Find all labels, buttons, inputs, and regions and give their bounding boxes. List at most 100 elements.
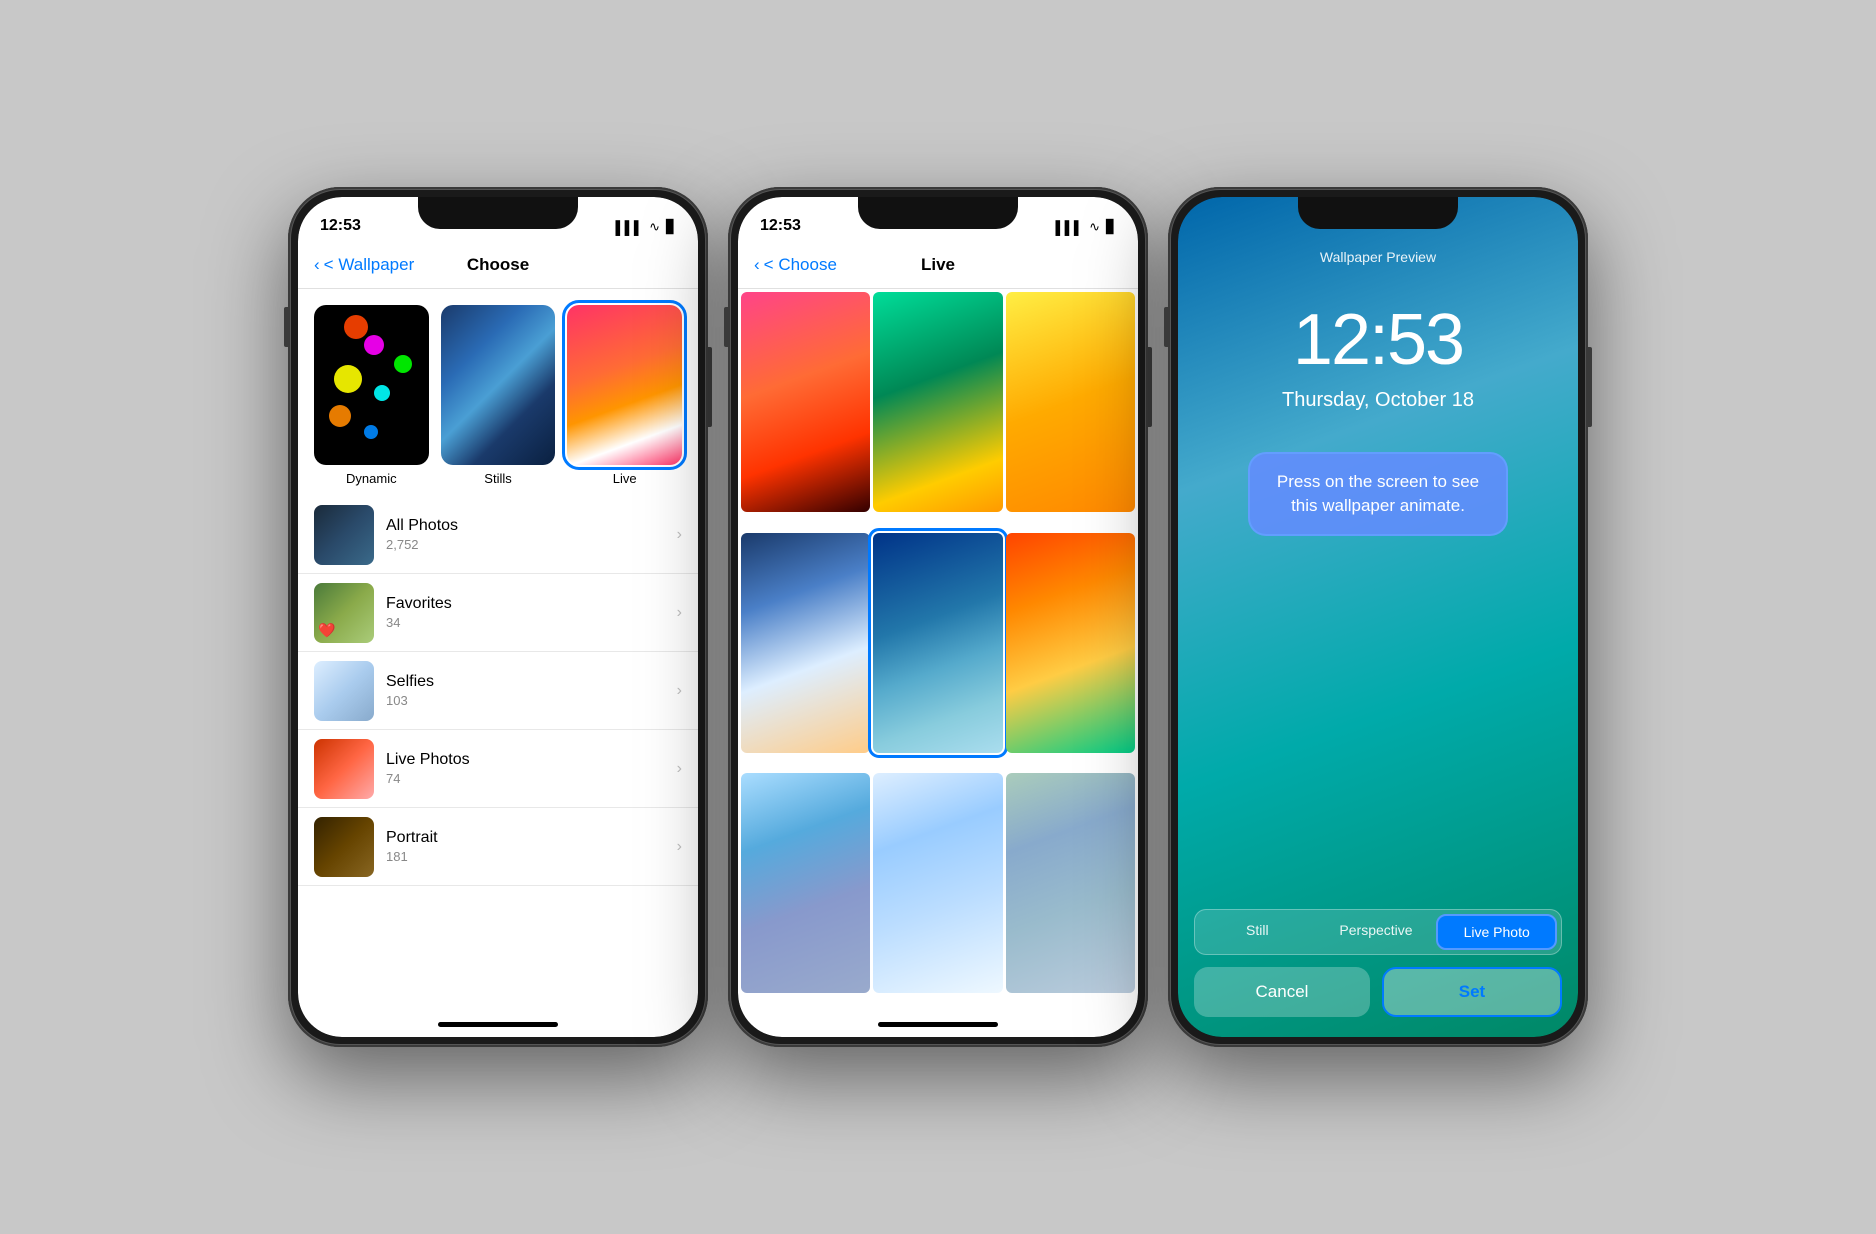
list-text-favorites: Favorites 34 — [386, 595, 665, 630]
back-label-choose: < Choose — [764, 255, 837, 275]
option-still[interactable]: Still — [1199, 914, 1316, 950]
preview-tooltip: Press on the screen to see this wallpape… — [1248, 452, 1508, 536]
notch-2 — [858, 197, 1018, 229]
preview-header-text: Wallpaper Preview — [1320, 249, 1436, 265]
battery-icon: ▊ — [666, 219, 676, 235]
status-icons-2: ▌▌▌ ∿ ▊ — [1055, 219, 1116, 235]
chevron-left-icon-2: ‹ — [754, 255, 760, 275]
photo-list: All Photos 2,752 › ❤️ Favorites — [298, 496, 698, 1014]
option-live-photo-label: Live Photo — [1464, 924, 1530, 940]
nav-bar-1: ‹ < Wallpaper Choose — [298, 241, 698, 289]
battery-icon-2: ▊ — [1106, 219, 1116, 235]
cancel-label: Cancel — [1256, 982, 1309, 1002]
phones-container: 12:53 ▌▌▌ ∿ ▊ ‹ < Wallpaper Choose — [0, 0, 1876, 1234]
preview-date: Thursday, October 18 — [1178, 389, 1578, 412]
preview-header: Wallpaper Preview — [1178, 241, 1578, 269]
chevron-icon-portrait: › — [677, 838, 682, 856]
list-text-live-photos: Live Photos 74 — [386, 751, 665, 786]
category-label-stills: Stills — [484, 471, 511, 486]
nav-title-2: Live — [921, 255, 955, 275]
preview-actions: Cancel Set — [1178, 955, 1578, 1037]
wallpaper-7[interactable] — [741, 773, 870, 993]
live-screen: 12:53 ▌▌▌ ∿ ▊ ‹ < Choose Live — [738, 197, 1138, 1037]
wallpaper-options: Still Perspective Live Photo — [1194, 909, 1562, 955]
list-name-portrait: Portrait — [386, 829, 665, 847]
phone-3: Wallpaper Preview 12:53 Thursday, Octobe… — [1168, 187, 1588, 1047]
status-time-2: 12:53 — [760, 217, 801, 235]
notch-3 — [1298, 197, 1458, 229]
category-dynamic[interactable]: Dynamic — [314, 305, 429, 486]
signal-icon-2: ▌▌▌ — [1055, 220, 1083, 235]
option-perspective-label: Perspective — [1339, 922, 1412, 938]
notch-1 — [418, 197, 578, 229]
list-item-all-photos[interactable]: All Photos 2,752 › — [298, 496, 698, 574]
wallpaper-grid — [738, 289, 1138, 1014]
option-still-label: Still — [1246, 922, 1269, 938]
list-thumb-live-photos — [314, 739, 374, 799]
wallpaper-1[interactable] — [741, 292, 870, 512]
wifi-icon: ∿ — [649, 219, 660, 235]
status-icons-1: ▌▌▌ ∿ ▊ — [615, 219, 676, 235]
phone-2: 12:53 ▌▌▌ ∿ ▊ ‹ < Choose Live — [728, 187, 1148, 1047]
list-name-favorites: Favorites — [386, 595, 665, 613]
wallpaper-5[interactable] — [873, 533, 1002, 753]
list-item-live-photos[interactable]: Live Photos 74 › — [298, 730, 698, 808]
category-stills[interactable]: Stills — [441, 305, 556, 486]
nav-bar-2: ‹ < Choose Live — [738, 241, 1138, 289]
list-count-selfies: 103 — [386, 693, 665, 708]
chevron-left-icon: ‹ — [314, 255, 320, 275]
option-live-photo[interactable]: Live Photo — [1436, 914, 1557, 950]
categories-section: Dynamic Stills Live — [298, 289, 698, 496]
chevron-icon-favorites: › — [677, 604, 682, 622]
list-item-portrait[interactable]: Portrait 181 › — [298, 808, 698, 886]
set-label: Set — [1459, 982, 1485, 1002]
wifi-icon-2: ∿ — [1089, 219, 1100, 235]
cancel-button[interactable]: Cancel — [1194, 967, 1370, 1017]
preview-spacer — [1178, 536, 1578, 909]
chevron-icon-all-photos: › — [677, 526, 682, 544]
list-text-all-photos: All Photos 2,752 — [386, 517, 665, 552]
list-thumb-selfies — [314, 661, 374, 721]
category-live[interactable]: Live — [567, 305, 682, 486]
wallpaper-9[interactable] — [1006, 773, 1135, 993]
category-thumb-live — [567, 305, 682, 465]
dynamic-bg — [314, 305, 429, 465]
list-thumb-all-photos — [314, 505, 374, 565]
option-perspective[interactable]: Perspective — [1318, 914, 1435, 950]
wallpaper-2[interactable] — [873, 292, 1002, 512]
home-indicator-1 — [438, 1022, 558, 1027]
category-label-dynamic: Dynamic — [346, 471, 397, 486]
status-time-1: 12:53 — [320, 217, 361, 235]
set-button[interactable]: Set — [1382, 967, 1562, 1017]
category-thumb-stills — [441, 305, 556, 465]
home-indicator-2 — [878, 1022, 998, 1027]
wallpaper-4[interactable] — [741, 533, 870, 753]
list-count-portrait: 181 — [386, 849, 665, 864]
preview-tooltip-text: Press on the screen to see this wallpape… — [1277, 472, 1479, 515]
preview-clock: 12:53 — [1178, 299, 1578, 381]
list-thumb-portrait — [314, 817, 374, 877]
stills-bg — [441, 305, 556, 465]
back-button-wallpaper[interactable]: ‹ < Wallpaper — [314, 255, 414, 275]
live-bg — [567, 305, 682, 465]
phone-1: 12:53 ▌▌▌ ∿ ▊ ‹ < Wallpaper Choose — [288, 187, 708, 1047]
list-count-all-photos: 2,752 — [386, 537, 665, 552]
chevron-icon-selfies: › — [677, 682, 682, 700]
back-label-wallpaper: < Wallpaper — [324, 255, 415, 275]
wallpaper-8[interactable] — [873, 773, 1002, 993]
wallpaper-3[interactable] — [1006, 292, 1135, 512]
list-thumb-favorites: ❤️ — [314, 583, 374, 643]
back-button-choose[interactable]: ‹ < Choose — [754, 255, 837, 275]
wallpaper-6[interactable] — [1006, 533, 1135, 753]
list-name-selfies: Selfies — [386, 673, 665, 691]
list-count-favorites: 34 — [386, 615, 665, 630]
list-item-favorites[interactable]: ❤️ Favorites 34 › — [298, 574, 698, 652]
list-name-all-photos: All Photos — [386, 517, 665, 535]
nav-title-1: Choose — [467, 255, 529, 275]
chevron-icon-live-photos: › — [677, 760, 682, 778]
list-count-live-photos: 74 — [386, 771, 665, 786]
list-item-selfies[interactable]: Selfies 103 › — [298, 652, 698, 730]
category-thumb-dynamic — [314, 305, 429, 465]
choose-screen: 12:53 ▌▌▌ ∿ ▊ ‹ < Wallpaper Choose — [298, 197, 698, 1037]
list-text-portrait: Portrait 181 — [386, 829, 665, 864]
